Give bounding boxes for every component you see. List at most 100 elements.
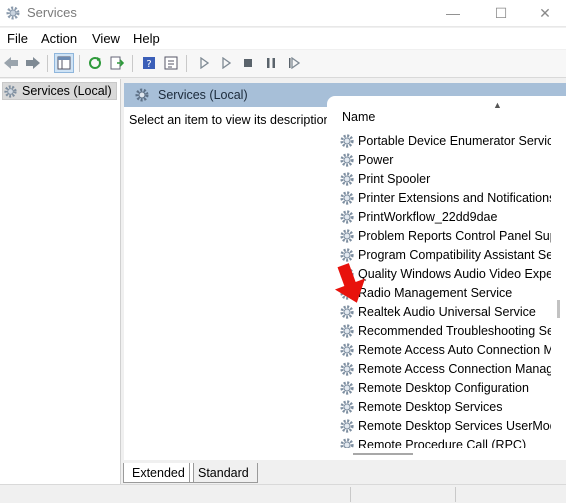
service-name: Program Compatibility Assistant Serv bbox=[358, 247, 551, 262]
start-service-icon bbox=[200, 57, 209, 69]
service-gear-icon bbox=[340, 361, 354, 376]
vertical-scrollbar[interactable] bbox=[551, 96, 566, 454]
forward-button[interactable] bbox=[23, 53, 43, 73]
service-gear-icon bbox=[340, 190, 354, 205]
services-gear-icon bbox=[6, 6, 20, 20]
description-text: Select an item to view its description. bbox=[129, 113, 334, 127]
stop-service-button[interactable] bbox=[238, 53, 258, 73]
service-row[interactable]: Remote Desktop Services UserMode bbox=[339, 416, 551, 435]
maximize-button[interactable]: ☐ bbox=[478, 0, 524, 26]
minimize-button[interactable]: — bbox=[430, 0, 476, 26]
service-row[interactable]: Print Spooler bbox=[339, 169, 430, 188]
service-row[interactable]: Program Compatibility Assistant Serv bbox=[339, 245, 551, 264]
minimize-icon: — bbox=[446, 5, 460, 21]
service-name: Remote Desktop Configuration bbox=[358, 380, 529, 395]
column-header-name[interactable]: Name bbox=[342, 110, 375, 124]
console-tree: Services (Local) bbox=[0, 79, 121, 484]
export-list-button[interactable] bbox=[107, 53, 127, 73]
service-gear-icon bbox=[340, 152, 354, 167]
back-icon bbox=[4, 57, 18, 69]
service-name: Problem Reports Control Panel Supp bbox=[358, 228, 551, 243]
stop-service-icon bbox=[244, 59, 252, 67]
service-row[interactable]: Printer Extensions and Notifications bbox=[339, 188, 551, 207]
service-row[interactable]: Remote Access Auto Connection Ma bbox=[339, 340, 551, 359]
start-service-button[interactable] bbox=[194, 53, 214, 73]
service-name: Print Spooler bbox=[358, 171, 431, 186]
service-name: Remote Access Auto Connection Ma bbox=[358, 342, 551, 357]
svg-text:?: ? bbox=[146, 59, 151, 70]
help-icon: ? bbox=[143, 57, 155, 70]
menu-view[interactable]: View bbox=[92, 31, 120, 46]
service-gear-icon bbox=[340, 399, 354, 414]
service-name: Portable Device Enumerator Service bbox=[358, 133, 551, 148]
service-row[interactable]: PrintWorkflow_22dd9dae bbox=[339, 207, 497, 226]
forward-icon bbox=[26, 57, 40, 69]
red-arrow-icon bbox=[334, 263, 366, 303]
window-title: Services bbox=[27, 5, 77, 20]
service-gear-icon bbox=[340, 342, 354, 357]
services-gear-icon bbox=[4, 84, 17, 98]
properties-icon bbox=[164, 56, 178, 70]
service-gear-icon bbox=[340, 418, 354, 433]
service-row[interactable]: Portable Device Enumerator Service bbox=[339, 131, 551, 150]
toolbar: ? bbox=[0, 50, 566, 78]
service-row[interactable]: Problem Reports Control Panel Supp bbox=[339, 226, 551, 245]
vertical-scrollbar-thumb[interactable] bbox=[557, 300, 560, 318]
service-row[interactable]: Remote Desktop Configuration bbox=[339, 378, 529, 397]
tree-item-services-local[interactable]: Services (Local) bbox=[2, 82, 117, 100]
service-name: Realtek Audio Universal Service bbox=[358, 304, 536, 319]
pause-service-button[interactable] bbox=[261, 53, 281, 73]
view-tabs: Extended Standard bbox=[121, 460, 566, 484]
service-row[interactable]: Power bbox=[339, 150, 393, 169]
horizontal-scrollbar-thumb[interactable] bbox=[353, 453, 413, 455]
service-gear-icon bbox=[340, 228, 354, 243]
close-button[interactable]: ✕ bbox=[522, 0, 566, 26]
service-gear-icon bbox=[340, 209, 354, 224]
service-gear-icon bbox=[340, 380, 354, 395]
show-hide-tree-button[interactable] bbox=[54, 53, 74, 73]
tab-extended[interactable]: Extended bbox=[123, 463, 194, 483]
maximize-icon: ☐ bbox=[494, 4, 508, 21]
start-alt-button[interactable] bbox=[216, 53, 236, 73]
menu-help[interactable]: Help bbox=[133, 31, 160, 46]
start-alt-icon bbox=[222, 57, 231, 69]
sort-ascending-icon: ▲ bbox=[493, 100, 502, 110]
close-icon: ✕ bbox=[539, 4, 551, 21]
status-bar bbox=[0, 484, 566, 503]
service-gear-icon bbox=[340, 133, 354, 148]
resume-service-icon bbox=[289, 57, 300, 69]
horizontal-scrollbar[interactable] bbox=[327, 448, 551, 460]
refresh-icon bbox=[89, 57, 101, 69]
service-name: Remote Desktop Services bbox=[358, 399, 503, 414]
service-row[interactable]: Remote Access Connection Manager bbox=[339, 359, 551, 378]
service-name: Remote Access Connection Manager bbox=[358, 361, 551, 376]
service-row[interactable]: Recommended Troubleshooting Serv bbox=[339, 321, 551, 340]
service-name: Radio Management Service bbox=[358, 285, 513, 300]
service-name: Printer Extensions and Notifications bbox=[358, 190, 551, 205]
service-name: Power bbox=[358, 152, 394, 167]
tab-standard[interactable]: Standard bbox=[189, 463, 258, 483]
tree-item-label: Services (Local) bbox=[22, 84, 112, 98]
service-row[interactable]: Remote Desktop Services bbox=[339, 397, 503, 416]
service-name: Quality Windows Audio Video Experi bbox=[358, 266, 551, 281]
menu-file[interactable]: File bbox=[7, 31, 28, 46]
service-name: PrintWorkflow_22dd9dae bbox=[358, 209, 498, 224]
export-list-icon bbox=[110, 56, 124, 70]
back-button[interactable] bbox=[1, 53, 21, 73]
properties-button[interactable] bbox=[161, 53, 181, 73]
service-gear-icon bbox=[340, 171, 354, 186]
service-row[interactable]: Quality Windows Audio Video Experi bbox=[339, 264, 551, 283]
service-gear-icon bbox=[340, 323, 354, 338]
title-bar: Services — ☐ ✕ bbox=[0, 0, 566, 27]
menu-action[interactable]: Action bbox=[41, 31, 77, 46]
help-button[interactable]: ? bbox=[139, 53, 159, 73]
resume-service-button[interactable] bbox=[284, 53, 304, 73]
pause-service-icon bbox=[267, 58, 275, 68]
show-hide-console-tree-icon bbox=[57, 56, 71, 70]
service-gear-icon bbox=[340, 247, 354, 262]
service-name: Recommended Troubleshooting Serv bbox=[358, 323, 551, 338]
services-gear-icon bbox=[135, 88, 149, 102]
details-header-title: Services (Local) bbox=[158, 88, 248, 102]
refresh-button[interactable] bbox=[85, 53, 105, 73]
menu-bar: File Action View Help bbox=[0, 28, 566, 49]
